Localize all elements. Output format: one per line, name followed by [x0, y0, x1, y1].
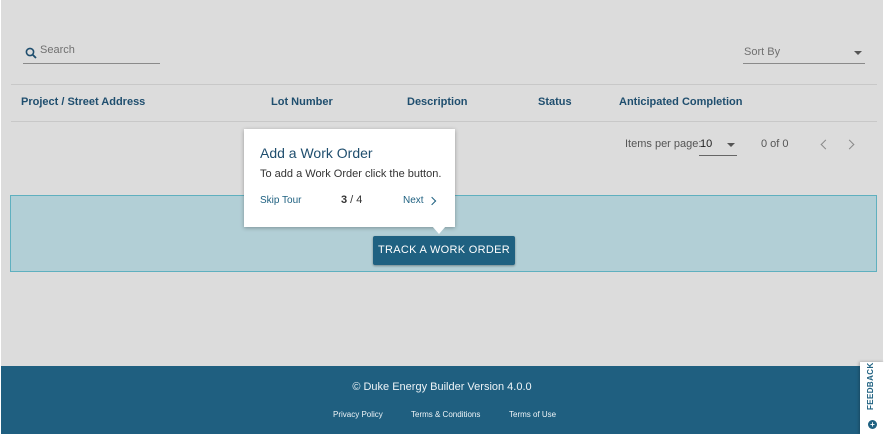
search-icon	[25, 47, 37, 59]
chevron-right-icon[interactable]	[427, 196, 437, 206]
terms-of-use-link[interactable]: Terms of Use	[509, 410, 556, 419]
page-range: 0 of 0	[761, 138, 789, 150]
column-header-lot-number[interactable]: Lot Number	[271, 96, 333, 108]
chevron-down-icon	[727, 143, 735, 147]
terms-conditions-link[interactable]: Terms & Conditions	[411, 410, 480, 419]
tour-popover: Add a Work Order To add a Work Order cli…	[244, 129, 455, 234]
app-window: Search Sort By Project / Street Address …	[1, 0, 883, 434]
chevron-down-icon	[854, 51, 862, 55]
column-header-anticipated-completion[interactable]: Anticipated Completion	[619, 96, 742, 108]
divider	[11, 121, 877, 122]
previous-page-icon[interactable]	[820, 139, 831, 150]
skip-tour-link[interactable]: Skip Tour	[260, 195, 302, 206]
tour-next-button[interactable]: Next	[403, 195, 424, 206]
sort-by-label: Sort By	[744, 46, 781, 58]
divider	[11, 84, 877, 85]
next-page-icon[interactable]	[844, 139, 855, 150]
tour-step-total: / 4	[347, 194, 363, 206]
footer-copyright: © Duke Energy Builder Version 4.0.0	[352, 381, 532, 393]
sort-by-select[interactable]: Sort By	[743, 44, 865, 64]
feedback-label: FEEDBACK	[866, 362, 875, 410]
items-per-page-label: Items per page:	[625, 138, 702, 150]
items-per-page-value: 10	[700, 138, 713, 150]
tour-step-indicator: 3 / 4	[341, 194, 362, 206]
popover-arrow	[432, 226, 446, 234]
tour-body: To add a Work Order click the button.	[260, 168, 442, 180]
search-input[interactable]: Search	[23, 42, 160, 64]
footer: © Duke Energy Builder Version 4.0.0 Priv…	[1, 366, 883, 434]
column-header-address[interactable]: Project / Street Address	[21, 96, 145, 108]
plus-circle-icon: +	[868, 420, 877, 429]
track-work-order-button[interactable]: TRACK A WORK ORDER	[373, 236, 515, 265]
search-placeholder: Search	[40, 44, 75, 56]
column-header-description[interactable]: Description	[407, 96, 468, 108]
feedback-tab[interactable]: FEEDBACK +	[860, 362, 884, 434]
tour-title: Add a Work Order	[260, 145, 373, 161]
items-per-page-select[interactable]: 10	[699, 136, 737, 156]
column-header-status[interactable]: Status	[538, 96, 572, 108]
privacy-policy-link[interactable]: Privacy Policy	[333, 410, 383, 419]
